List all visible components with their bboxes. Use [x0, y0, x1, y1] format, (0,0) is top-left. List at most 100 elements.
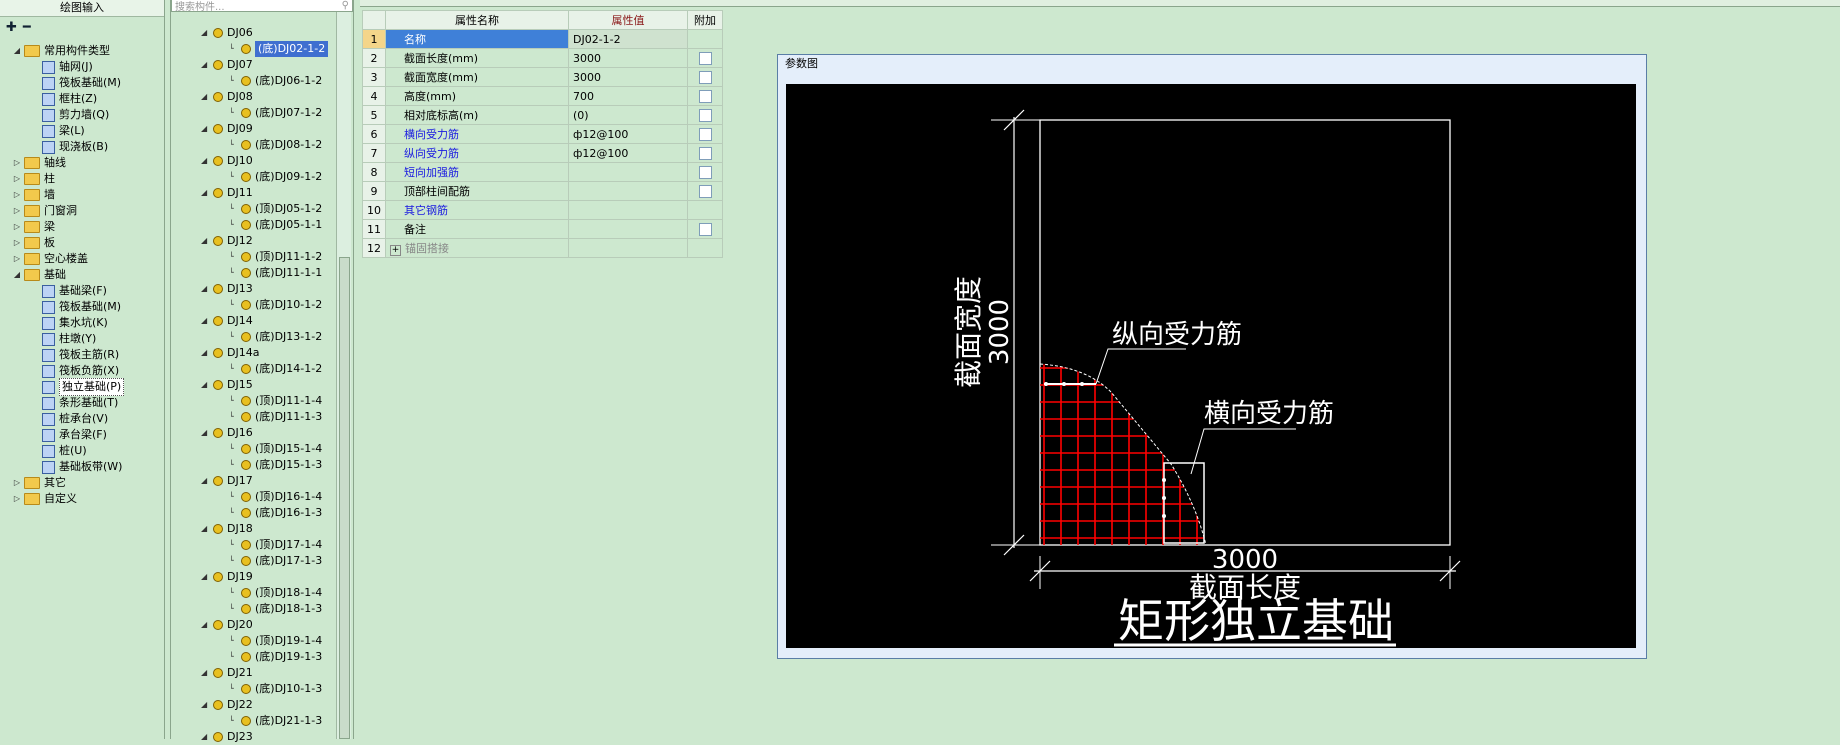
component-list-item[interactable]: ◢ DJ11 [201, 185, 253, 201]
component-list-item[interactable]: ◢ DJ10 [201, 153, 253, 169]
tree-item[interactable]: 框柱(Z) [42, 91, 97, 107]
expander-icon[interactable]: ▷ [12, 235, 22, 251]
property-value[interactable]: 3000 [568, 67, 688, 87]
search-icon[interactable]: ⚲ [342, 0, 349, 11]
expander-icon[interactable]: ▷ [12, 219, 22, 235]
property-row[interactable]: 8 短向加强筋 [362, 162, 723, 182]
property-value[interactable] [568, 181, 688, 201]
property-value[interactable]: 3000 [568, 48, 688, 68]
expand-all-icon[interactable]: ✚ [6, 20, 17, 35]
expander-icon[interactable]: ▷ [12, 171, 22, 187]
property-row[interactable]: 7 纵向受力筋 ф12@100 [362, 143, 723, 163]
tree-item[interactable]: 柱墩(Y) [42, 331, 96, 347]
collapse-arrow-icon[interactable]: ◢ [201, 569, 213, 585]
property-row[interactable]: 5 相对底标高(m) (0) [362, 105, 723, 125]
property-value[interactable] [568, 219, 688, 239]
collapse-arrow-icon[interactable]: ◢ [201, 617, 213, 633]
property-row[interactable]: 11 备注 [362, 219, 723, 239]
property-value[interactable] [568, 238, 688, 258]
property-value[interactable]: DJ02-1-2 [568, 29, 688, 49]
tree-item[interactable]: ▷ 自定义 [12, 491, 77, 507]
component-list-item[interactable]: └ (顶)DJ11-1-2 [229, 249, 322, 265]
component-list-item[interactable]: └ (顶)DJ17-1-4 [229, 537, 322, 553]
collapse-arrow-icon[interactable]: ◢ [201, 233, 213, 249]
collapse-arrow-icon[interactable]: ◢ [201, 473, 213, 489]
property-value[interactable] [568, 162, 688, 182]
collapse-arrow-icon[interactable]: ◢ [201, 185, 213, 201]
component-list-item[interactable]: └ (底)DJ21-1-3 [229, 713, 322, 729]
property-row[interactable]: 1 名称 DJ02-1-2 [362, 29, 723, 49]
additional-checkbox[interactable] [698, 108, 712, 122]
collapse-arrow-icon[interactable]: ◢ [201, 89, 213, 105]
component-list-item[interactable]: └ (顶)DJ19-1-4 [229, 633, 322, 649]
component-list-item[interactable]: ◢ DJ06 [201, 25, 253, 41]
component-list-item[interactable]: └ (顶)DJ16-1-4 [229, 489, 322, 505]
tree-item[interactable]: ▷ 空心楼盖 [12, 251, 88, 267]
component-list-item[interactable]: ◢ DJ22 [201, 697, 253, 713]
tree-item[interactable]: 剪力墙(Q) [42, 107, 109, 123]
parameter-diagram-window[interactable]: 参数图 纵向受力筋 横向受力筋 3000 截面宽度 3000 截面长度 矩形独立… [777, 54, 1647, 659]
component-list-item[interactable]: ◢ DJ17 [201, 473, 253, 489]
property-row[interactable]: 9 顶部柱间配筋 [362, 181, 723, 201]
property-row[interactable]: 4 高度(mm) 700 [362, 86, 723, 106]
collapse-arrow-icon[interactable]: ◢ [201, 281, 213, 297]
property-value[interactable]: (0) [568, 105, 688, 125]
collapse-arrow-icon[interactable]: ◢ [201, 521, 213, 537]
tree-item[interactable]: ◢ 基础 [12, 267, 66, 283]
collapse-arrow-icon[interactable]: ◢ [201, 729, 213, 745]
collapse-arrow-icon[interactable]: ◢ [201, 153, 213, 169]
component-list-item[interactable]: └ (顶)DJ11-1-4 [229, 393, 322, 409]
additional-checkbox[interactable] [698, 51, 712, 65]
collapse-all-icon[interactable]: ━ [23, 20, 31, 35]
component-list-item[interactable]: └ (底)DJ13-1-2 [229, 329, 322, 345]
component-list-item[interactable]: └ (底)DJ07-1-2 [229, 105, 322, 121]
tree-item[interactable]: 筏板负筋(X) [42, 363, 119, 379]
expander-icon[interactable]: ▷ [12, 187, 22, 203]
component-list-item[interactable]: ◢ DJ09 [201, 121, 253, 137]
property-row[interactable]: 2 截面长度(mm) 3000 [362, 48, 723, 68]
tree-item[interactable]: 轴网(J) [42, 59, 93, 75]
expander-icon[interactable]: ▷ [12, 155, 22, 171]
search-input[interactable]: 搜索构件... ⚲ [171, 0, 353, 13]
expander-icon[interactable]: ▷ [12, 251, 22, 267]
component-list-item[interactable]: └ (底)DJ19-1-3 [229, 649, 322, 665]
tree-item[interactable]: ▷ 墙 [12, 187, 55, 203]
collapse-arrow-icon[interactable]: ◢ [201, 697, 213, 713]
property-row[interactable]: 12 + 锚固搭接 [362, 238, 723, 258]
component-list-item[interactable]: ◢ DJ12 [201, 233, 253, 249]
component-list-item[interactable]: ◢ DJ19 [201, 569, 253, 585]
expander-icon[interactable]: ▷ [12, 203, 22, 219]
component-list-item[interactable]: └ (底)DJ08-1-2 [229, 137, 322, 153]
component-list-item[interactable]: ◢ DJ20 [201, 617, 253, 633]
tree-item[interactable]: ▷ 板 [12, 235, 55, 251]
component-list-item[interactable]: ◢ DJ08 [201, 89, 253, 105]
additional-checkbox[interactable] [698, 146, 712, 160]
component-list-item[interactable]: ◢ DJ07 [201, 57, 253, 73]
property-value[interactable]: ф12@100 [568, 143, 688, 163]
collapse-arrow-icon[interactable]: ◢ [201, 345, 213, 361]
property-row[interactable]: 6 横向受力筋 ф12@100 [362, 124, 723, 144]
tree-item[interactable]: 基础板带(W) [42, 459, 122, 475]
tree-item[interactable]: ▷ 其它 [12, 475, 66, 491]
tree-item[interactable]: 筏板基础(M) [42, 299, 121, 315]
component-list-item[interactable]: └ (底)DJ10-1-2 [229, 297, 322, 313]
tree-item[interactable]: ▷ 门窗洞 [12, 203, 77, 219]
tree-item[interactable]: ◢ 常用构件类型 [12, 43, 110, 59]
property-value[interactable]: ф12@100 [568, 124, 688, 144]
component-list-item[interactable]: └ (底)DJ16-1-3 [229, 505, 322, 521]
tree-item[interactable]: 基础梁(F) [42, 283, 107, 299]
component-list-item[interactable]: ◢ DJ14a [201, 345, 259, 361]
component-list-item[interactable]: └ (底)DJ11-1-1 [229, 265, 322, 281]
component-list-item[interactable]: └ (底)DJ17-1-3 [229, 553, 322, 569]
component-list-item[interactable]: └ (顶)DJ18-1-4 [229, 585, 322, 601]
tree-item[interactable]: 现浇板(B) [42, 139, 108, 155]
additional-checkbox[interactable] [698, 184, 712, 198]
component-list-item[interactable]: ◢ DJ21 [201, 665, 253, 681]
additional-checkbox[interactable] [698, 70, 712, 84]
tree-item[interactable]: 集水坑(K) [42, 315, 108, 331]
scrollbar-thumb[interactable] [339, 257, 350, 739]
tree-item[interactable]: ▷ 梁 [12, 219, 55, 235]
tree-item[interactable]: 桩(U) [42, 443, 87, 459]
tree-item[interactable]: ▷ 柱 [12, 171, 55, 187]
collapse-arrow-icon[interactable]: ◢ [201, 313, 213, 329]
